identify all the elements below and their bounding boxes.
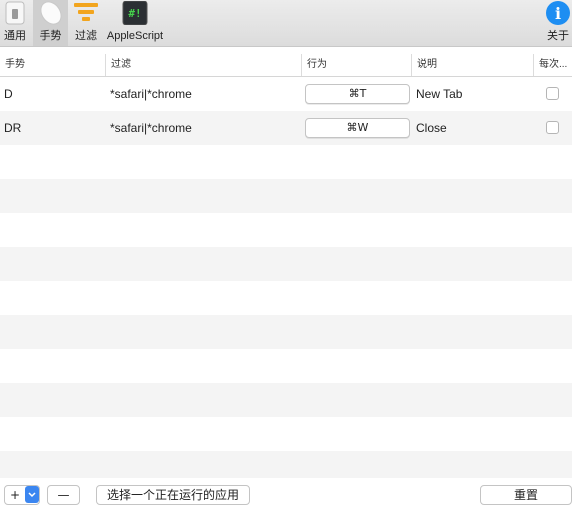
remove-gesture-button[interactable]: — bbox=[47, 485, 80, 505]
tab-applescript-label: AppleScript bbox=[106, 30, 164, 42]
add-label: + bbox=[10, 488, 21, 502]
empty-row bbox=[0, 315, 572, 349]
reset-button[interactable]: 重置 bbox=[480, 485, 572, 505]
bottom-bar: + — 选择一个正在运行的应用 重置 bbox=[0, 478, 572, 505]
tab-gestures[interactable]: 手势 bbox=[33, 0, 68, 46]
table-row[interactable]: D *safari|*chrome ⌘T New Tab bbox=[0, 77, 572, 111]
tab-about-label: 关于 bbox=[547, 30, 569, 42]
empty-row bbox=[0, 451, 572, 478]
column-header-filter[interactable]: 过滤 bbox=[106, 54, 302, 76]
gesture-cell[interactable]: D bbox=[0, 77, 13, 111]
mouse-icon bbox=[38, 0, 64, 26]
empty-row bbox=[0, 247, 572, 281]
tab-applescript[interactable]: #! AppleScript bbox=[104, 0, 166, 46]
empty-row bbox=[0, 349, 572, 383]
every-time-checkbox[interactable] bbox=[546, 121, 559, 134]
filter-cell[interactable]: *safari|*chrome bbox=[106, 111, 192, 145]
empty-row bbox=[0, 179, 572, 213]
preferences-toolbar: 通用 手势 过滤 #! AppleScript i 关于 bbox=[0, 0, 572, 47]
tab-filter[interactable]: 过滤 bbox=[70, 0, 102, 46]
shortcut-button[interactable]: ⌘W bbox=[305, 118, 410, 138]
tab-filter-label: 过滤 bbox=[75, 30, 97, 42]
tab-general-label: 通用 bbox=[4, 30, 26, 42]
empty-row bbox=[0, 383, 572, 417]
table-body: D *safari|*chrome ⌘T New Tab DR *safari|… bbox=[0, 77, 572, 478]
tab-general[interactable]: 通用 bbox=[0, 0, 30, 46]
empty-row bbox=[0, 281, 572, 315]
choose-running-app-button[interactable]: 选择一个正在运行的应用 bbox=[96, 485, 250, 505]
empty-row bbox=[0, 145, 572, 179]
info-icon: i bbox=[545, 0, 571, 26]
column-header-description[interactable]: 说明 bbox=[412, 54, 534, 76]
description-cell[interactable]: Close bbox=[412, 111, 447, 145]
description-cell[interactable]: New Tab bbox=[412, 77, 462, 111]
column-header-gesture[interactable]: 手势 bbox=[0, 54, 106, 76]
svg-text:#!: #! bbox=[128, 7, 141, 20]
shortcut-button[interactable]: ⌘T bbox=[305, 84, 410, 104]
chevron-down-icon[interactable] bbox=[25, 486, 39, 503]
tab-about[interactable]: i 关于 bbox=[544, 0, 572, 46]
column-header-action[interactable]: 行为 bbox=[302, 54, 412, 76]
table-header: 手势 过滤 行为 说明 每次... bbox=[0, 54, 572, 77]
gesture-cell[interactable]: DR bbox=[0, 111, 21, 145]
script-editor-icon: #! bbox=[122, 0, 148, 26]
table-row[interactable]: DR *safari|*chrome ⌘W Close bbox=[0, 111, 572, 145]
gesture-table: 手势 过滤 行为 说明 每次... D *safari|*chrome ⌘T N… bbox=[0, 54, 572, 478]
filter-cell[interactable]: *safari|*chrome bbox=[106, 77, 192, 111]
every-time-checkbox[interactable] bbox=[546, 87, 559, 100]
tab-gestures-label: 手势 bbox=[39, 30, 62, 42]
empty-row bbox=[0, 417, 572, 451]
filter-icon bbox=[73, 0, 99, 26]
empty-row bbox=[0, 213, 572, 247]
column-header-every-time[interactable]: 每次... bbox=[534, 54, 572, 76]
svg-text:i: i bbox=[555, 4, 561, 23]
switch-icon bbox=[2, 0, 28, 26]
